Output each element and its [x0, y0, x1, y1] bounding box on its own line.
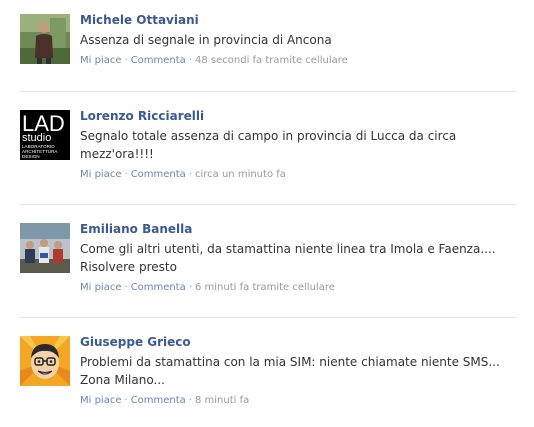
- divider: [20, 91, 516, 92]
- author-name[interactable]: Emiliano Banella: [80, 221, 516, 237]
- author-name[interactable]: Giuseppe Grieco: [80, 334, 516, 350]
- like-link[interactable]: Mi piace: [80, 169, 122, 180]
- meta-separator: ·: [188, 55, 192, 66]
- reply-link[interactable]: Commenta: [131, 169, 186, 180]
- meta-separator: ·: [124, 282, 128, 293]
- comment-meta: Mi piace · Commenta · circa un minuto fa: [80, 168, 516, 182]
- lad-studio-logo-icon: LAD studio LABORATORIO ARCHITETTURA DESI…: [20, 110, 70, 160]
- meta-separator: ·: [188, 395, 192, 406]
- like-link[interactable]: Mi piace: [80, 55, 122, 66]
- reply-link[interactable]: Commenta: [131, 55, 186, 66]
- author-name[interactable]: Michele Ottaviani: [80, 12, 516, 28]
- avatar[interactable]: [20, 223, 70, 273]
- divider: [20, 317, 516, 318]
- comment-body: Michele Ottaviani Assenza di segnale in …: [80, 12, 516, 68]
- author-name[interactable]: Lorenzo Ricciarelli: [80, 108, 516, 124]
- comment-meta: Mi piace · Commenta · 6 minuti fa tramite ce…: [80, 281, 516, 295]
- reply-link[interactable]: Commenta: [131, 395, 186, 406]
- group-photo-icon: [20, 223, 70, 273]
- comment-text: Problemi da stamattina con la mia SIM: n…: [80, 355, 500, 387]
- meta-separator: ·: [124, 395, 128, 406]
- avatar[interactable]: LAD studio LABORATORIO ARCHITETTURA DESI…: [20, 110, 70, 160]
- comment-body: Emiliano Banella Come gli altri utenti, …: [80, 221, 516, 295]
- comment-body: Lorenzo Ricciarelli Segnalo totale assen…: [80, 108, 516, 182]
- divider: [20, 204, 516, 205]
- timestamp[interactable]: 8 minuti fa: [195, 395, 249, 406]
- timestamp[interactable]: 48 secondi fa tramite cellulare: [195, 55, 348, 66]
- logo-text: DESIGN: [22, 154, 40, 159]
- avatar[interactable]: [20, 336, 70, 386]
- timestamp[interactable]: 6 minuti fa tramite cellulare: [195, 282, 335, 293]
- meta-separator: ·: [124, 169, 128, 180]
- comment-text: Assenza di segnale in provincia di Ancon…: [80, 33, 332, 47]
- meta-separator: ·: [188, 169, 192, 180]
- avatar[interactable]: [20, 14, 70, 64]
- like-link[interactable]: Mi piace: [80, 395, 122, 406]
- comment-meta: Mi piace · Commenta · 8 minuti fa: [80, 394, 516, 408]
- comment-text: Segnalo totale assenza di campo in provi…: [80, 129, 457, 161]
- comment-text: Come gli altri utenti, da stamattina nie…: [80, 242, 496, 274]
- comment-body: Giuseppe Grieco Problemi da stamattina c…: [80, 334, 516, 408]
- person-photo-icon: [20, 14, 70, 64]
- meta-separator: ·: [124, 55, 128, 66]
- comment-meta: Mi piace · Commenta · 48 secondi fa tramite …: [80, 54, 516, 68]
- meta-separator: ·: [188, 282, 192, 293]
- reply-link[interactable]: Commenta: [131, 282, 186, 293]
- cartoon-avatar-icon: [20, 336, 70, 386]
- timestamp[interactable]: circa un minuto fa: [195, 169, 286, 180]
- logo-text: studio: [22, 132, 51, 144]
- like-link[interactable]: Mi piace: [80, 282, 122, 293]
